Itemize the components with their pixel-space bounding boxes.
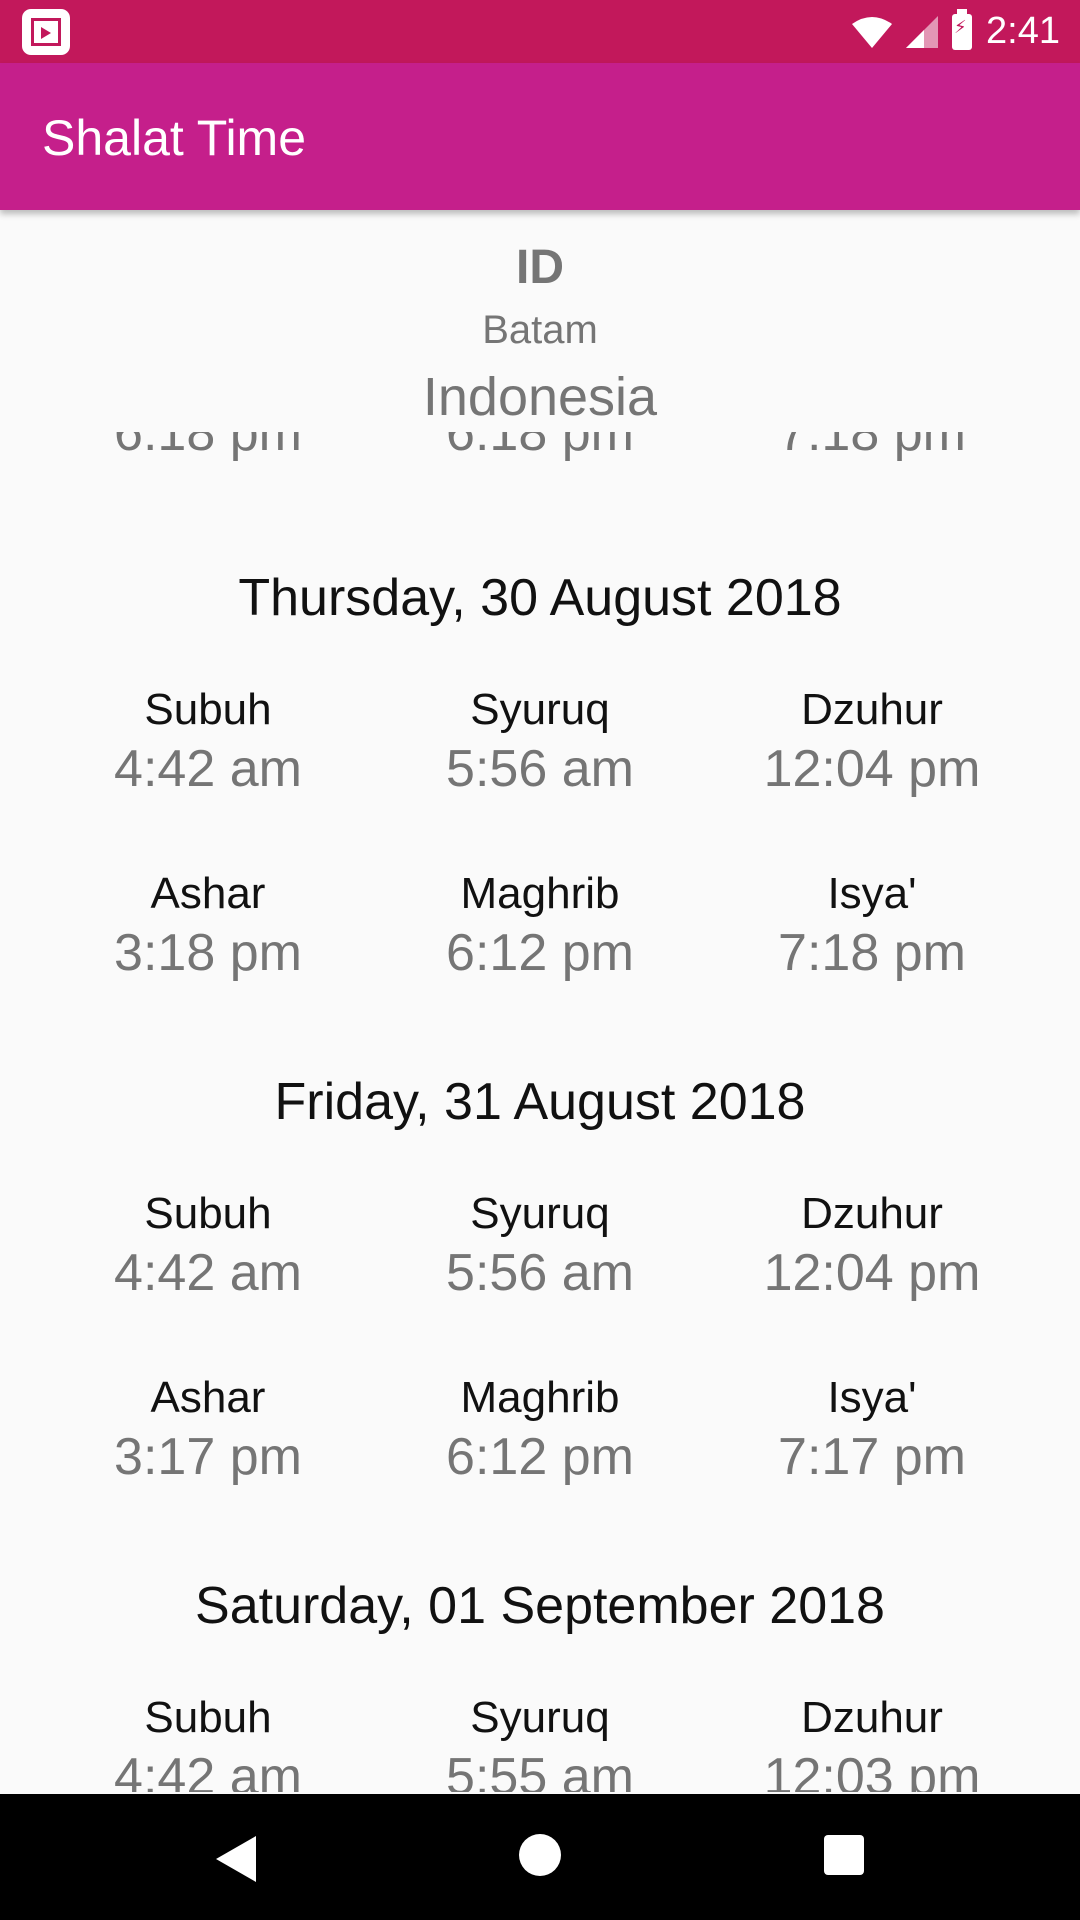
prayer-time: 6:18 pm xyxy=(114,432,302,462)
prayer-name: Isya' xyxy=(827,869,917,918)
prayer-time: 5:56 am xyxy=(446,740,634,798)
prayer-time: 6:12 pm xyxy=(446,1428,634,1486)
prayer-name: Syuruq xyxy=(470,1189,610,1238)
prayer-time: 3:18 pm xyxy=(114,924,302,982)
day-date: Thursday, 30 August 2018 xyxy=(238,569,842,627)
recents-icon[interactable] xyxy=(824,1835,864,1875)
day-date: Saturday, 01 September 2018 xyxy=(195,1577,885,1635)
prayer-time: 12:03 pm xyxy=(763,1748,981,1792)
prayer-row: Ashar 3:17 pm Maghrib 6:12 pm Isya' 7:17 pm xyxy=(0,1372,1080,1490)
prayer-cell: Ashar 3:18 pm xyxy=(42,868,374,986)
prayer-cell: Isya' 7:17 pm xyxy=(706,1372,1038,1490)
prayer-cell: Syuruq 5:56 am xyxy=(374,1188,706,1306)
prayer-cell: Maghrib 6:12 pm xyxy=(374,1372,706,1490)
day-date: Friday, 31 August 2018 xyxy=(274,1073,806,1131)
prayer-time: 7:18 pm xyxy=(778,432,966,462)
prayer-cell: Maghrib 6:12 pm xyxy=(374,868,706,986)
app-bar: Shalat Time xyxy=(0,63,1080,210)
prayer-time: 4:42 am xyxy=(114,1244,302,1302)
prayer-row: Ashar 3:18 pm Maghrib 6:12 pm Isya' 7:18 pm xyxy=(0,868,1080,986)
prayer-cell: Isya' 7:18 pm xyxy=(706,868,1038,986)
prayer-name: Maghrib xyxy=(460,1373,620,1422)
day-section: Friday, 31 August 2018 Subuh 4:42 am Syur… xyxy=(0,1072,1080,1490)
prayer-name: Dzuhur xyxy=(801,1189,943,1238)
prayer-time: 3:17 pm xyxy=(114,1428,302,1486)
prayer-cell: Dzuhur 12:03 pm xyxy=(706,1692,1038,1792)
navigation-bar xyxy=(0,1794,1080,1920)
prayer-name: Subuh xyxy=(144,1189,272,1238)
prayer-time: 6:18 pm xyxy=(446,432,634,462)
prayer-name: Syuruq xyxy=(470,685,610,734)
home-icon[interactable] xyxy=(519,1834,561,1876)
day-section: Saturday, 01 September 2018 Subuh 4:42 am… xyxy=(0,1576,1080,1792)
status-bar: 2:41 xyxy=(0,0,1080,63)
prayer-times-list[interactable]: 6:18 pm 6:18 pm 7:18 pm Thursday, 30 Aug… xyxy=(0,432,1080,1792)
prayer-name: Subuh xyxy=(144,685,272,734)
prayer-name: Isya' xyxy=(827,1373,917,1422)
prayer-time: 4:42 am xyxy=(114,1748,302,1792)
prayer-cell: Syuruq 5:56 am xyxy=(374,684,706,802)
back-icon[interactable] xyxy=(216,1836,256,1882)
prayer-name: Maghrib xyxy=(460,869,620,918)
partial-previous-row: 6:18 pm 6:18 pm 7:18 pm xyxy=(0,432,1080,482)
app-title: Shalat Time xyxy=(42,110,307,166)
prayer-name: Dzuhur xyxy=(801,1693,943,1742)
location-city: Batam xyxy=(482,308,598,352)
prayer-name: Subuh xyxy=(144,1693,272,1742)
battery-icon xyxy=(952,8,973,50)
status-time: 2:41 xyxy=(986,10,1060,52)
prayer-time: 12:04 pm xyxy=(763,1244,981,1302)
location-code: ID xyxy=(516,241,564,294)
prayer-cell: Ashar 3:17 pm xyxy=(42,1372,374,1490)
prayer-cell: Subuh 4:42 am xyxy=(42,1692,374,1792)
prayer-time: 5:55 am xyxy=(446,1748,634,1792)
prayer-time: 12:04 pm xyxy=(763,740,981,798)
prayer-cell: Dzuhur 12:04 pm xyxy=(706,1188,1038,1306)
prayer-cell: Subuh 4:42 am xyxy=(42,684,374,802)
prayer-name: Syuruq xyxy=(470,1693,610,1742)
prayer-row: Subuh 4:42 am Syuruq 5:56 am Dzuhur 12:04 p… xyxy=(0,684,1080,802)
prayer-row: Subuh 4:42 am Syuruq 5:56 am Dzuhur 12:04 p… xyxy=(0,1188,1080,1306)
prayer-time: 5:56 am xyxy=(446,1244,634,1302)
day-section: Thursday, 30 August 2018 Subuh 4:42 am Sy… xyxy=(0,568,1080,986)
prayer-cell: Dzuhur 12:04 pm xyxy=(706,684,1038,802)
prayer-time: 4:42 am xyxy=(114,740,302,798)
prayer-name: Dzuhur xyxy=(801,685,943,734)
prayer-cell: Subuh 4:42 am xyxy=(42,1188,374,1306)
prayer-name: Ashar xyxy=(150,869,266,918)
prayer-row: Subuh 4:42 am Syuruq 5:55 am Dzuhur 12:03 p… xyxy=(0,1692,1080,1792)
prayer-cell: Syuruq 5:55 am xyxy=(374,1692,706,1792)
location-country: Indonesia xyxy=(422,367,658,427)
cell-signal-icon xyxy=(906,15,939,48)
prayer-time: 6:12 pm xyxy=(446,924,634,982)
prayer-time: 7:18 pm xyxy=(778,924,966,982)
app-notification-icon xyxy=(22,9,70,55)
wifi-icon xyxy=(852,16,893,48)
prayer-time: 7:17 pm xyxy=(778,1428,966,1486)
prayer-name: Ashar xyxy=(150,1373,266,1422)
